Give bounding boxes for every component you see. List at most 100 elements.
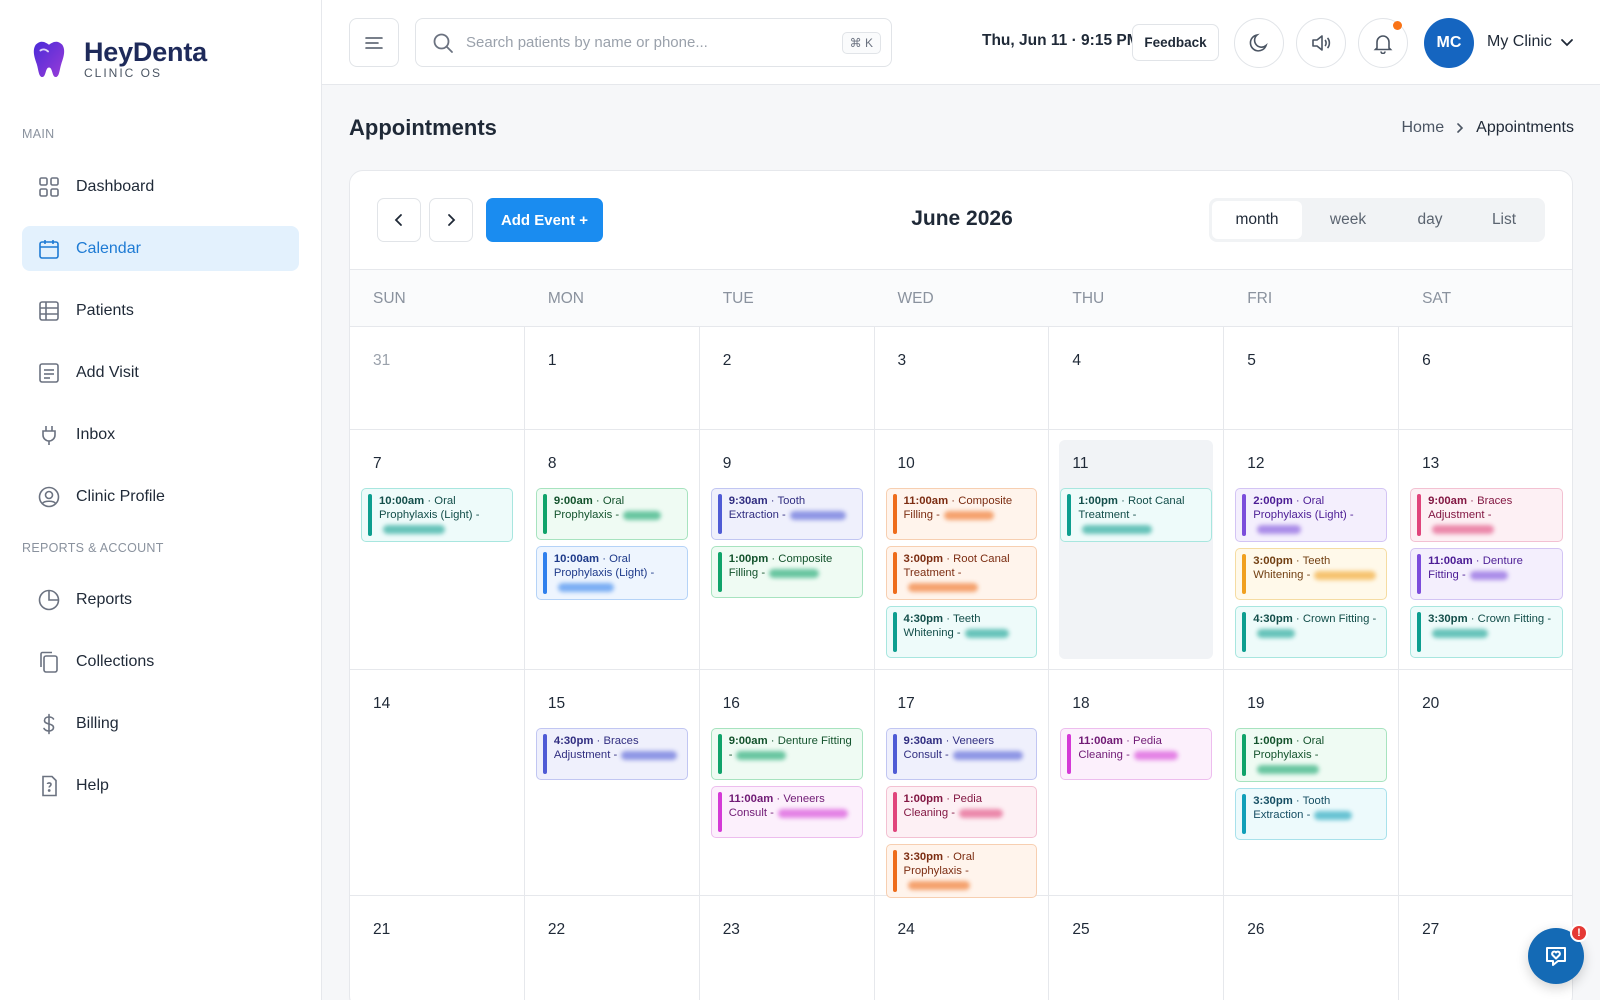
event-chip[interactable]: 1:00pm · Composite Filling - bbox=[710, 546, 863, 598]
clinic-switcher[interactable]: My Clinic bbox=[1487, 33, 1574, 51]
day-cell[interactable]: 19 1:00pm · Oral Prophylaxis - 3:30pm · To… bbox=[1224, 670, 1400, 895]
day-cell[interactable]: 25 bbox=[1049, 896, 1225, 1000]
sidebar-item-clinic-profile[interactable]: Clinic Profile bbox=[22, 474, 299, 519]
day-cell[interactable]: 7 10:00am · Oral Prophylaxis (Light) - bbox=[350, 430, 525, 669]
event-chip[interactable]: 4:30pm · Crown Fitting - bbox=[1235, 606, 1388, 658]
day-cell[interactable]: 15 4:30pm · Braces Adjustment - bbox=[525, 670, 700, 895]
event-color-bar bbox=[1242, 494, 1247, 536]
day-cell[interactable]: 16 9:00am · Denture Fitting - 11:00am · Ve… bbox=[700, 670, 875, 895]
day-cell[interactable]: 13 9:00am · Braces Adjustment - 11:00am · … bbox=[1399, 430, 1572, 669]
event-chip[interactable]: 4:30pm · Teeth Whitening - bbox=[885, 606, 1038, 658]
redacted-patient-name bbox=[623, 510, 662, 520]
sidebar-item-add-visit[interactable]: Add Visit bbox=[22, 350, 299, 395]
dark-mode-toggle-button[interactable] bbox=[1234, 18, 1284, 68]
event-chip[interactable]: 11:00am · Veneers Consult - bbox=[710, 786, 863, 838]
day-cell[interactable]: 3 bbox=[875, 327, 1050, 429]
brand[interactable]: HeyDenta CLINIC OS bbox=[30, 38, 207, 80]
clinic-name: My Clinic bbox=[1487, 33, 1552, 50]
day-cell[interactable]: 26 bbox=[1224, 896, 1400, 1000]
redacted-patient-name bbox=[1133, 750, 1178, 760]
event-color-bar bbox=[1242, 794, 1247, 834]
day-cell[interactable]: 24 bbox=[875, 896, 1050, 1000]
event-chip[interactable]: 3:30pm · Crown Fitting - bbox=[1410, 606, 1563, 658]
day-cell[interactable]: 23 bbox=[700, 896, 875, 1000]
day-number: 11 bbox=[1072, 455, 1089, 472]
event-chip[interactable]: 11:00am · Pedia Cleaning - bbox=[1060, 728, 1213, 780]
breadcrumb-current: Appointments bbox=[1476, 119, 1574, 136]
avatar[interactable]: MC bbox=[1424, 18, 1474, 68]
search-shortcut-badge: ⌘ K bbox=[841, 31, 881, 54]
view-month-button[interactable]: month bbox=[1212, 201, 1302, 239]
day-cell[interactable]: 6 bbox=[1399, 327, 1572, 429]
event-chip[interactable]: 1:00pm · Oral Prophylaxis - bbox=[1235, 728, 1388, 782]
view-list-button[interactable]: List bbox=[1466, 201, 1542, 239]
sidebar-item-dashboard[interactable]: Dashboard bbox=[22, 164, 299, 209]
sidebar-item-label: Inbox bbox=[76, 425, 116, 443]
event-chip[interactable]: 9:00am · Denture Fitting - bbox=[710, 728, 863, 780]
breadcrumb-home-link[interactable]: Home bbox=[1401, 119, 1444, 137]
event-chip[interactable]: 11:00am · Denture Fitting - bbox=[1410, 548, 1563, 600]
next-month-button[interactable] bbox=[429, 198, 473, 242]
day-cell[interactable]: 9 9:30am · Tooth Extraction - 1:00pm · Com… bbox=[700, 430, 875, 669]
week-row: 14 15 4:30pm · Braces Adjustment - 16 9:00am… bbox=[350, 670, 1572, 898]
event-chip[interactable]: 3:00pm · Teeth Whitening - bbox=[1235, 548, 1388, 600]
sidebar-item-label: Dashboard bbox=[76, 177, 155, 195]
event-time: 3:30pm bbox=[1253, 795, 1293, 807]
view-week-button[interactable]: week bbox=[1302, 201, 1394, 239]
event-chip[interactable]: 4:30pm · Braces Adjustment - bbox=[535, 728, 688, 780]
view-day-button[interactable]: day bbox=[1394, 201, 1466, 239]
event-list: 1:00pm · Root Canal Treatment - bbox=[1060, 488, 1213, 542]
search-input[interactable] bbox=[466, 34, 842, 51]
menu-toggle-button[interactable] bbox=[349, 18, 399, 67]
redacted-patient-name bbox=[959, 808, 1004, 818]
day-cell[interactable]: 22 bbox=[525, 896, 700, 1000]
support-chat-button[interactable]: ! bbox=[1528, 924, 1588, 984]
sidebar-item-reports[interactable]: Reports bbox=[22, 577, 299, 622]
event-chip[interactable]: 9:30am · Veneers Consult - bbox=[885, 728, 1038, 780]
event-chip[interactable]: 9:00am · Oral Prophylaxis - bbox=[535, 488, 688, 540]
day-cell[interactable]: 14 bbox=[350, 670, 525, 895]
event-chip[interactable]: 1:00pm · Root Canal Treatment - bbox=[1060, 488, 1213, 542]
day-cell[interactable]: 8 9:00am · Oral Prophylaxis - 10:00am · Or… bbox=[525, 430, 700, 669]
sidebar-item-calendar[interactable]: Calendar bbox=[22, 226, 299, 271]
day-cell[interactable]: 5 bbox=[1224, 327, 1400, 429]
event-list: 1:00pm · Oral Prophylaxis - 3:30pm · Toot… bbox=[1235, 728, 1388, 840]
event-separator: · bbox=[767, 735, 778, 747]
event-color-bar bbox=[542, 552, 547, 594]
day-cell[interactable]: 1 bbox=[525, 327, 700, 429]
event-chip[interactable]: 10:00am · Oral Prophylaxis (Light) - bbox=[535, 546, 688, 600]
day-cell[interactable]: 31 bbox=[350, 327, 525, 429]
feedback-button[interactable]: Feedback bbox=[1132, 24, 1219, 61]
day-cell[interactable]: 4 bbox=[1049, 327, 1225, 429]
event-chip[interactable]: 1:00pm · Pedia Cleaning - bbox=[885, 786, 1038, 838]
day-cell[interactable]: 21 bbox=[350, 896, 525, 1000]
day-cell[interactable]: 10 11:00am · Composite Filling - 3:00pm · … bbox=[875, 430, 1050, 669]
day-cell[interactable]: 2 bbox=[700, 327, 875, 429]
sidebar-item-billing[interactable]: Billing bbox=[22, 701, 299, 746]
event-chip[interactable]: 3:00pm · Root Canal Treatment - bbox=[885, 546, 1038, 600]
sidebar-item-collections[interactable]: Collections bbox=[22, 639, 299, 684]
event-chip[interactable]: 10:00am · Oral Prophylaxis (Light) - bbox=[361, 488, 513, 542]
day-cell[interactable]: 17 9:30am · Veneers Consult - 1:00pm · Ped… bbox=[875, 670, 1050, 898]
prev-month-button[interactable] bbox=[377, 198, 421, 242]
day-cell-today[interactable]: 11 1:00pm · Root Canal Treatment - bbox=[1049, 430, 1225, 669]
day-cell[interactable]: 18 11:00am · Pedia Cleaning - bbox=[1049, 670, 1225, 895]
brand-name: HeyDenta bbox=[84, 37, 207, 67]
event-chip[interactable]: 2:00pm · Oral Prophylaxis (Light) - bbox=[1235, 488, 1388, 542]
sidebar-item-help[interactable]: Help bbox=[22, 763, 299, 808]
event-chip[interactable]: 9:30am · Tooth Extraction - bbox=[710, 488, 863, 540]
sound-toggle-button[interactable] bbox=[1296, 18, 1346, 68]
sidebar-item-label: Clinic Profile bbox=[76, 487, 165, 505]
day-cell[interactable]: 12 2:00pm · Oral Prophylaxis (Light) - 3:0… bbox=[1224, 430, 1400, 669]
sidebar-item-label: Reports bbox=[76, 590, 133, 608]
sidebar-item-inbox[interactable]: Inbox bbox=[22, 412, 299, 457]
event-chip[interactable]: 11:00am · Composite Filling - bbox=[885, 488, 1038, 540]
event-chip[interactable]: 3:30pm · Oral Prophylaxis - bbox=[885, 844, 1038, 898]
event-list: 4:30pm · Braces Adjustment - bbox=[535, 728, 688, 780]
day-cell[interactable]: 20 bbox=[1399, 670, 1572, 895]
add-event-button[interactable]: Add Event + bbox=[486, 198, 603, 242]
event-chip[interactable]: 3:30pm · Tooth Extraction - bbox=[1235, 788, 1388, 840]
notifications-button[interactable] bbox=[1358, 18, 1408, 68]
event-chip[interactable]: 9:00am · Braces Adjustment - bbox=[1410, 488, 1563, 542]
sidebar-item-patients[interactable]: Patients bbox=[22, 288, 299, 333]
